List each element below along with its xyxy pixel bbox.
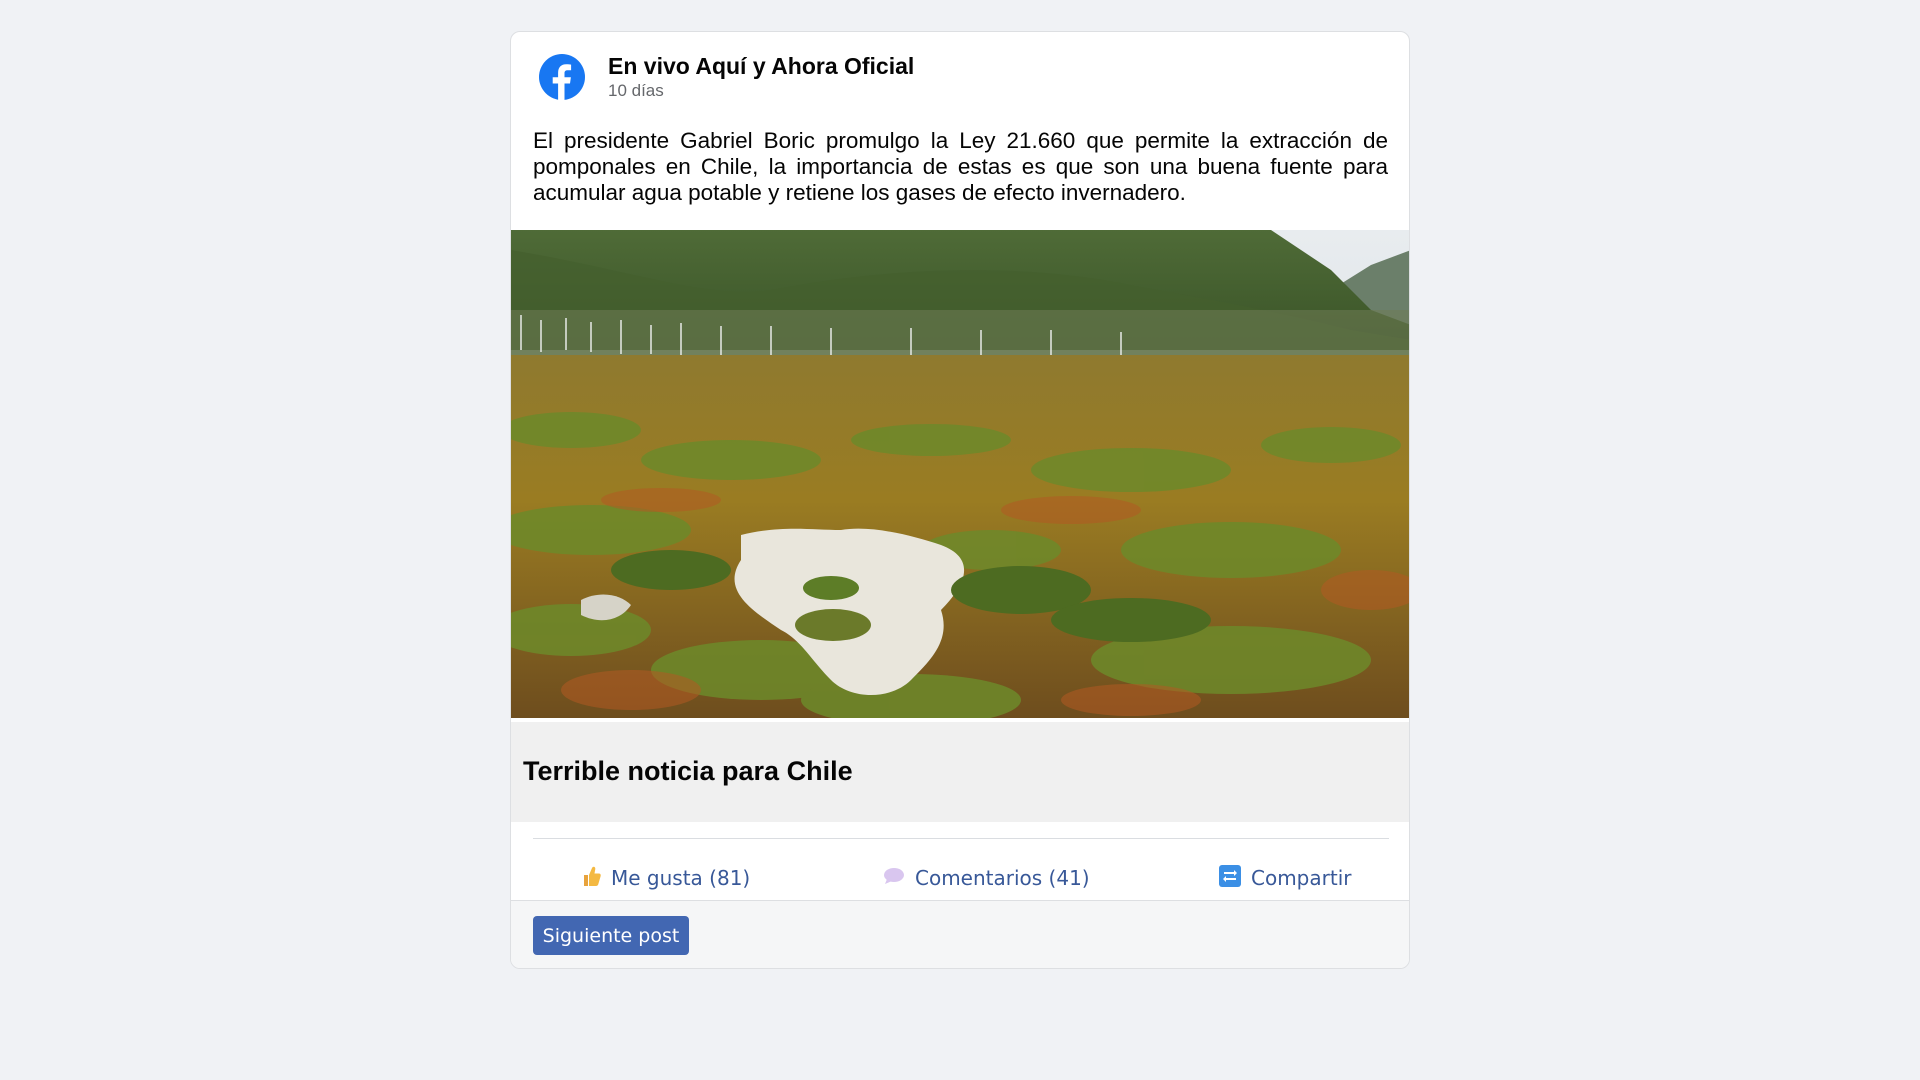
facebook-post-card: En vivo Aquí y Ahora Oficial 10 días El … — [510, 31, 1410, 969]
share-button[interactable]: Compartir — [1219, 858, 1351, 898]
post-text: El presidente Gabriel Boric promulgo la … — [533, 128, 1388, 205]
post-header: En vivo Aquí y Ahora Oficial 10 días — [511, 32, 1409, 122]
comment-button[interactable]: Comentarios (41) — [883, 858, 1090, 898]
peat-bog-landscape-image — [511, 230, 1409, 718]
link-preview-title[interactable]: Terrible noticia para Chile — [523, 756, 853, 787]
share-arrows-icon — [1219, 864, 1241, 892]
thumbs-up-icon — [581, 865, 601, 892]
page-name[interactable]: En vivo Aquí y Ahora Oficial — [608, 53, 914, 80]
comment-label: Comentarios (41) — [915, 866, 1090, 890]
like-button[interactable]: Me gusta (81) — [581, 858, 750, 898]
post-actions-bar: Me gusta (81) Comentarios (41) Compartir — [511, 858, 1409, 898]
next-post-button[interactable]: Siguiente post — [533, 916, 689, 955]
like-label: Me gusta (81) — [611, 866, 751, 890]
actions-divider — [533, 838, 1389, 839]
post-timestamp[interactable]: 10 días — [608, 81, 664, 101]
speech-bubble-icon — [883, 866, 905, 890]
share-label: Compartir — [1251, 866, 1352, 890]
post-photo[interactable] — [511, 230, 1409, 718]
facebook-logo-icon[interactable] — [539, 54, 585, 100]
post-footer: Siguiente post — [511, 900, 1409, 968]
